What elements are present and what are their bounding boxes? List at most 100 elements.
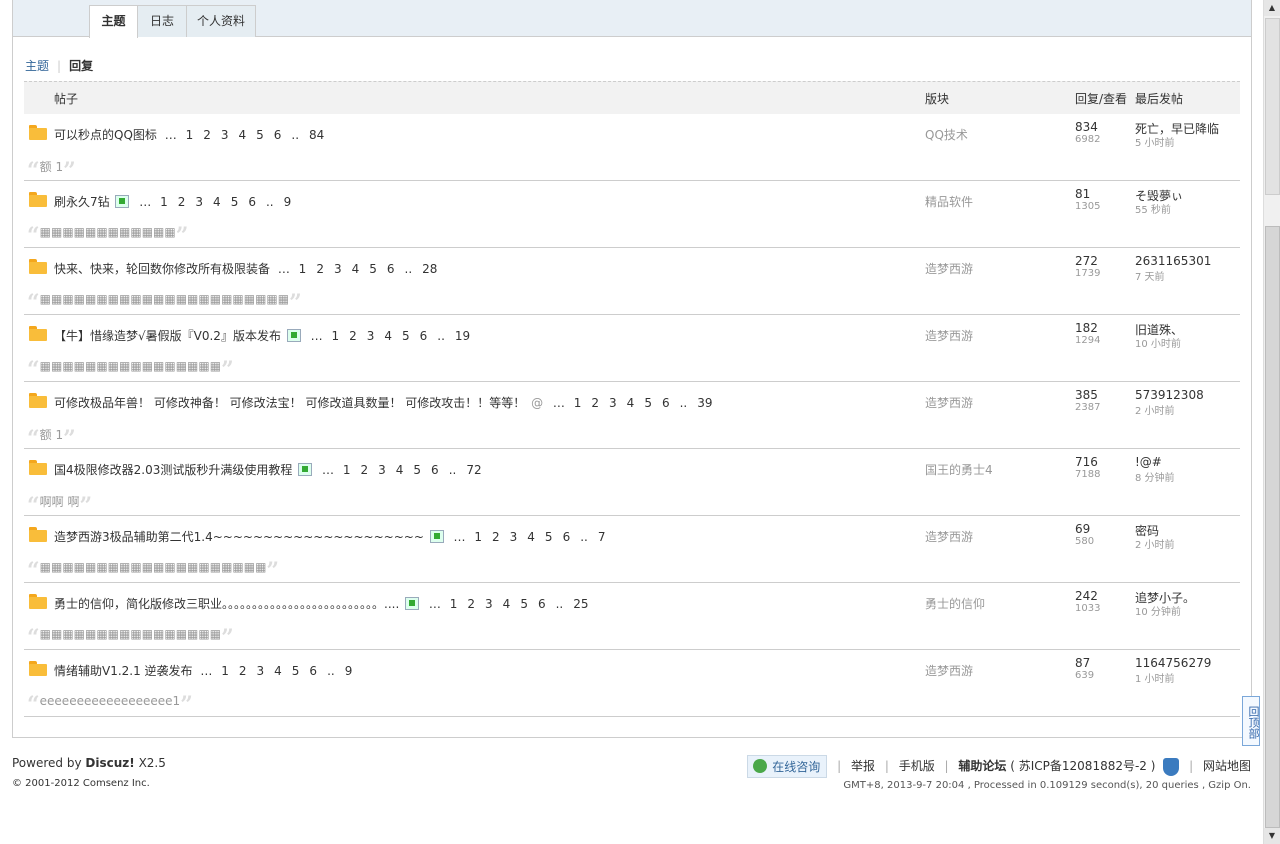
page-link[interactable]: 4 xyxy=(396,463,404,477)
page-link[interactable]: 6 xyxy=(662,396,670,410)
page-link[interactable]: 6 xyxy=(563,530,571,544)
page-link[interactable]: 4 xyxy=(384,329,392,343)
page-link[interactable]: 1 xyxy=(221,664,229,678)
page-link[interactable]: 5 xyxy=(520,597,528,611)
page-link[interactable]: 6 xyxy=(309,664,317,678)
page-link[interactable]: 25 xyxy=(573,597,588,611)
page-link[interactable]: 3 xyxy=(510,530,518,544)
back-to-top-button[interactable]: 回顶部 xyxy=(1242,696,1260,746)
page-link[interactable]: 6 xyxy=(248,195,256,209)
page-link[interactable]: 3 xyxy=(609,396,617,410)
page-link[interactable]: 5 xyxy=(402,329,410,343)
subnav-topics-link[interactable]: 主题 xyxy=(25,59,49,73)
shield-icon[interactable] xyxy=(1163,757,1180,776)
page-link[interactable]: 3 xyxy=(367,329,375,343)
page-link[interactable]: 4 xyxy=(238,128,246,142)
page-link[interactable]: 2 xyxy=(591,396,599,410)
page-link[interactable]: 84 xyxy=(309,128,324,142)
page-link[interactable]: 1 xyxy=(450,597,458,611)
page-link[interactable]: 2 xyxy=(349,329,357,343)
scroll-thumb[interactable] xyxy=(1265,226,1280,828)
page-link[interactable]: 39 xyxy=(697,396,712,410)
page-link[interactable]: 4 xyxy=(274,664,282,678)
page-link[interactable]: 6 xyxy=(420,329,428,343)
sitemap-link[interactable]: 网站地图 xyxy=(1203,759,1251,773)
page-link[interactable]: 3 xyxy=(334,262,342,276)
page-link[interactable]: 4 xyxy=(503,597,511,611)
mobile-link[interactable]: 手机版 xyxy=(899,759,935,773)
forum-link[interactable]: 造梦西游 xyxy=(925,260,973,277)
page-link[interactable]: 4 xyxy=(213,195,221,209)
discuz-link[interactable]: Discuz! xyxy=(85,756,134,770)
thread-title-link[interactable]: 刷永久7钻 xyxy=(54,195,110,209)
scrollbar[interactable]: ▲ ▼ xyxy=(1263,0,1280,844)
page-link[interactable]: 3 xyxy=(485,597,493,611)
page-link[interactable]: 3 xyxy=(221,128,229,142)
forum-link[interactable]: 造梦西游 xyxy=(925,662,973,679)
page-link[interactable]: 1 xyxy=(299,262,307,276)
page-link[interactable]: 1 xyxy=(474,530,482,544)
page-link[interactable]: 4 xyxy=(352,262,360,276)
page-link[interactable]: 1 xyxy=(574,396,582,410)
page-link[interactable]: 3 xyxy=(378,463,386,477)
forum-link[interactable]: 精品软件 xyxy=(925,193,973,210)
tab-blog[interactable]: 日志 xyxy=(137,5,187,37)
page-link[interactable]: 2 xyxy=(239,664,247,678)
site-name-link[interactable]: 辅助论坛 xyxy=(958,759,1006,773)
last-poster-link[interactable]: 573912308 xyxy=(1135,388,1204,402)
page-link[interactable]: 6 xyxy=(538,597,546,611)
tab-profile[interactable]: 个人资料 xyxy=(186,5,256,37)
page-link[interactable]: 3 xyxy=(257,664,265,678)
page-link[interactable]: 6 xyxy=(274,128,282,142)
page-link[interactable]: 5 xyxy=(256,128,264,142)
page-link[interactable]: 6 xyxy=(431,463,439,477)
page-link[interactable]: 28 xyxy=(422,262,437,276)
scroll-down-arrow-icon[interactable]: ▼ xyxy=(1264,828,1280,844)
thread-title-link[interactable]: 快来、快来，轮回数你修改所有极限装备 xyxy=(54,262,270,276)
page-link[interactable]: 1 xyxy=(186,128,194,142)
icp-link[interactable]: ( 苏ICP备12081882号-2 ) xyxy=(1010,759,1155,773)
page-link[interactable]: 5 xyxy=(413,463,421,477)
page-link[interactable]: 72 xyxy=(466,463,481,477)
page-link[interactable]: 3 xyxy=(195,195,203,209)
page-link[interactable]: 2 xyxy=(360,463,368,477)
page-link[interactable]: 5 xyxy=(231,195,239,209)
page-link[interactable]: 5 xyxy=(644,396,652,410)
thread-title-link[interactable]: 国4极限修改器2.03测试版秒升满级使用教程 xyxy=(54,463,292,477)
page-link[interactable]: 2 xyxy=(203,128,211,142)
page-link[interactable]: 2 xyxy=(178,195,186,209)
page-link[interactable]: 5 xyxy=(545,530,553,544)
last-poster-link[interactable]: !@# xyxy=(1135,455,1162,469)
thread-title-link[interactable]: 情绪辅助V1.2.1 逆袭发布 xyxy=(54,664,193,678)
last-poster-link[interactable]: 1164756279 xyxy=(1135,656,1211,670)
thread-title-link[interactable]: 可以秒点的QQ图标 xyxy=(54,128,157,142)
online-consult-button[interactable]: 在线咨询 xyxy=(747,755,828,778)
page-link[interactable]: 7 xyxy=(598,530,606,544)
scroll-up-arrow-icon[interactable]: ▲ xyxy=(1264,0,1280,16)
page-link[interactable]: 1 xyxy=(160,195,168,209)
thread-title-link[interactable]: 【牛】惜缘造梦√暑假版『V0.2』版本发布 xyxy=(54,329,281,343)
forum-link[interactable]: 国王的勇士4 xyxy=(925,461,993,478)
page-link[interactable]: 5 xyxy=(292,664,300,678)
forum-link[interactable]: 勇士的信仰 xyxy=(925,595,985,612)
page-link[interactable]: 4 xyxy=(527,530,535,544)
page-link[interactable]: 19 xyxy=(455,329,470,343)
thread-title-link[interactable]: 勇士的信仰，简化版修改三职业。。。。。。。。。。。。。。。。。。。。。。。。。。… xyxy=(54,597,399,611)
page-link[interactable]: 9 xyxy=(284,195,292,209)
report-link[interactable]: 举报 xyxy=(851,759,875,773)
page-link[interactable]: 2 xyxy=(492,530,500,544)
page-link[interactable]: 1 xyxy=(343,463,351,477)
forum-link[interactable]: QQ技术 xyxy=(925,126,968,143)
forum-link[interactable]: 造梦西游 xyxy=(925,394,973,411)
tab-topics[interactable]: 主题 xyxy=(89,5,138,38)
page-link[interactable]: 1 xyxy=(331,329,339,343)
thread-title-link[interactable]: 可修改极品年兽！ 可修改神备！ 可修改法宝！ 可修改道具数量！ 可修改攻击！！等… xyxy=(54,396,525,410)
page-link[interactable]: 2 xyxy=(467,597,475,611)
last-poster-link[interactable]: 2631165301 xyxy=(1135,254,1211,268)
page-link[interactable]: 2 xyxy=(316,262,324,276)
forum-link[interactable]: 造梦西游 xyxy=(925,327,973,344)
forum-link[interactable]: 造梦西游 xyxy=(925,528,973,545)
page-link[interactable]: 5 xyxy=(369,262,377,276)
page-link[interactable]: 4 xyxy=(627,396,635,410)
thread-title-link[interactable]: 造梦西游3极品辅助第二代1.4~~~~~~~~~~~~~~~~~~~~~ xyxy=(54,530,424,544)
